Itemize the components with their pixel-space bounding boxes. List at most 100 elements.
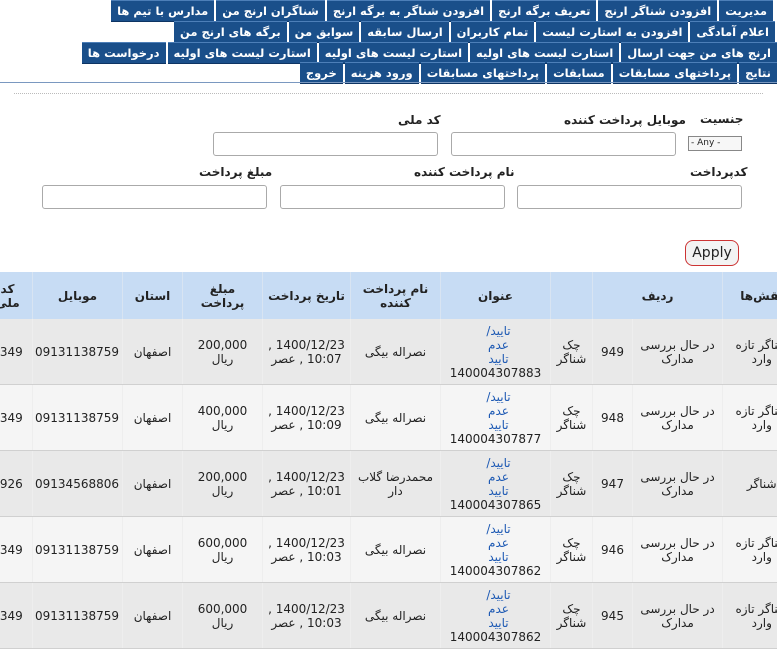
menu-define-arrange-sheet[interactable]: تعریف برگه ارنج <box>492 0 596 22</box>
check-swimmer-link[interactable]: چک شناگر <box>551 385 593 451</box>
payer-name-input[interactable] <box>280 185 505 209</box>
national-code-input[interactable] <box>213 132 438 156</box>
menu-my-records[interactable]: سوابق من <box>289 21 360 43</box>
menu-competition-payments-2[interactable]: پرداختهای مسابقات <box>421 62 545 84</box>
menu-add-arrange-swimmer[interactable]: افزودن شناگر ارنج <box>598 0 717 22</box>
payment-code-label: کدپرداخت <box>690 165 748 179</box>
cell-payer: نصراله بیگی <box>351 319 441 385</box>
approve-link[interactable]: تایید/ عدم تایید <box>481 588 517 630</box>
cell-title: تایید/ عدم تایید140004307877 <box>441 385 551 451</box>
cell-status: در حال بررسی مدارک <box>633 385 723 451</box>
title-value: 140004307862 <box>450 630 542 644</box>
title-value: 140004307865 <box>450 498 542 512</box>
menu-my-arrange-swimmers[interactable]: شناگران ارنج من <box>216 0 325 22</box>
header-code[interactable]: کد ملی <box>0 272 33 319</box>
check-swimmer-link[interactable]: چک شناگر <box>551 451 593 517</box>
cell-payer: محمدرضا گلاب دار <box>351 451 441 517</box>
payer-name-label: نام پرداخت کننده <box>414 165 515 179</box>
menu-add-swimmer-to-sheet[interactable]: افزودن شناگر به برگه ارنج <box>327 0 490 22</box>
cell-province: اصفهان <box>123 583 183 649</box>
menu-my-arranges-to-send[interactable]: ارنج های من جهت ارسال <box>621 42 777 64</box>
menu-results[interactable]: نتایج <box>739 62 777 84</box>
cell-code: 2926 <box>0 451 33 517</box>
header-roles[interactable]: نقش‌ها <box>723 272 777 319</box>
menu-readiness[interactable]: اعلام آمادگی <box>690 21 775 43</box>
cell-province: اصفهان <box>123 319 183 385</box>
table-row: شناگر تازه وارد در حال بررسی مدارک 948 چ… <box>0 385 777 451</box>
menu-enter-fee[interactable]: ورود هزینه <box>345 62 419 84</box>
cell-row: 947 <box>593 451 633 517</box>
menu-add-to-start-list[interactable]: افزودن به استارت لیست <box>536 21 688 43</box>
cell-date: 1400/12/23 , 10:09 , عصر <box>263 385 351 451</box>
cell-mobile: 09131138759 <box>33 385 123 451</box>
cell-mobile: 09134568806 <box>33 451 123 517</box>
title-value: 140004307883 <box>450 366 542 380</box>
main-menu: مدیریتافزودن شناگر ارنجتعریف برگه ارنجاف… <box>0 0 777 82</box>
menu-competitions[interactable]: مسابقات <box>547 62 611 84</box>
header-date[interactable]: تاریخ پرداخت <box>263 272 351 319</box>
cell-title: تایید/ عدم تایید140004307883 <box>441 319 551 385</box>
cell-status: در حال بررسی مدارک <box>633 319 723 385</box>
gender-select[interactable]: - Any - <box>688 136 742 151</box>
menu-initial-start-lists-2[interactable]: استارت لیست های اولیه <box>319 42 468 64</box>
cell-province: اصفهان <box>123 451 183 517</box>
national-code-label: کد ملی <box>398 113 441 127</box>
menu-my-arrange-sheets[interactable]: برگه های ارنج من <box>174 21 287 43</box>
check-swimmer-link[interactable]: چک شناگر <box>551 319 593 385</box>
cell-row: 946 <box>593 517 633 583</box>
header-title[interactable]: عنوان <box>441 272 551 319</box>
header-action <box>551 272 593 319</box>
cell-row: 948 <box>593 385 633 451</box>
cell-amount: 400,000 ریال <box>183 385 263 451</box>
cell-date: 1400/12/23 , 10:03 , عصر <box>263 517 351 583</box>
menu-initial-start-lists-3[interactable]: استارت لیست های اولیه <box>168 42 317 64</box>
cell-date: 1400/12/23 , 10:03 , عصر <box>263 583 351 649</box>
cell-payer: نصراله بیگی <box>351 583 441 649</box>
amount-input[interactable] <box>42 185 267 209</box>
table-header-row: نقش‌ها ردیف عنوان نام پرداخت کننده تاریخ… <box>0 272 777 319</box>
cell-roles: شناگر تازه وارد <box>723 583 777 649</box>
gender-label: جنسیت <box>700 112 743 126</box>
cell-province: اصفهان <box>123 517 183 583</box>
check-swimmer-link[interactable]: چک شناگر <box>551 583 593 649</box>
apply-button[interactable]: Apply <box>685 240 739 266</box>
payer-mobile-input[interactable] <box>451 132 676 156</box>
menu-row-2: اعلام آمادگیافزودن به استارت لیستتمام کا… <box>0 21 777 42</box>
cell-code: 6349 <box>0 517 33 583</box>
header-row[interactable]: ردیف <box>593 272 723 319</box>
approve-link[interactable]: تایید/ عدم تایید <box>481 390 517 432</box>
approve-link[interactable]: تایید/ عدم تایید <box>481 324 517 366</box>
title-value: 140004307862 <box>450 564 542 578</box>
check-swimmer-link[interactable]: چک شناگر <box>551 517 593 583</box>
header-province[interactable]: استان <box>123 272 183 319</box>
cell-payer: نصراله بیگی <box>351 517 441 583</box>
menu-requests[interactable]: درخواست ها <box>82 42 166 64</box>
cell-payer: نصراله بیگی <box>351 385 441 451</box>
header-amount[interactable]: مبلغ پرداخت <box>183 272 263 319</box>
cell-roles: شناگر <box>723 451 777 517</box>
cell-status: در حال بررسی مدارک <box>633 517 723 583</box>
cell-status: در حال بررسی مدارک <box>633 583 723 649</box>
menu-row-4: نتایجپرداختهای مسابقاتمسابقاتپرداختهای م… <box>0 62 777 83</box>
menu-all-users[interactable]: تمام کاربران <box>451 21 535 43</box>
table-row: شناگر در حال بررسی مدارک 947 چک شناگر تا… <box>0 451 777 517</box>
approve-link[interactable]: تایید/ عدم تایید <box>481 522 517 564</box>
header-payer[interactable]: نام پرداخت کننده <box>351 272 441 319</box>
payments-table: نقش‌ها ردیف عنوان نام پرداخت کننده تاریخ… <box>0 272 777 649</box>
menu-schools-teams[interactable]: مدارس با تیم ها <box>111 0 214 22</box>
menu-competition-payments[interactable]: پرداختهای مسابقات <box>613 62 737 84</box>
cell-roles: شناگر تازه وارد <box>723 385 777 451</box>
menu-logout[interactable]: خروج <box>300 62 343 84</box>
payment-code-input[interactable] <box>517 185 742 209</box>
table-row: شناگر تازه وارد در حال بررسی مدارک 945 چ… <box>0 583 777 649</box>
cell-status: در حال بررسی مدارک <box>633 451 723 517</box>
approve-link[interactable]: تایید/ عدم تایید <box>481 456 517 498</box>
menu-initial-start-lists-1[interactable]: استارت لیست های اولیه <box>470 42 619 64</box>
menu-admin[interactable]: مدیریت <box>719 0 773 22</box>
menu-send-record[interactable]: ارسال سابقه <box>361 21 448 43</box>
header-mobile[interactable]: موبایل <box>33 272 123 319</box>
cell-amount: 200,000 ریال <box>183 451 263 517</box>
cell-mobile: 09131138759 <box>33 517 123 583</box>
cell-amount: 200,000 ریال <box>183 319 263 385</box>
cell-code: 6349 <box>0 385 33 451</box>
